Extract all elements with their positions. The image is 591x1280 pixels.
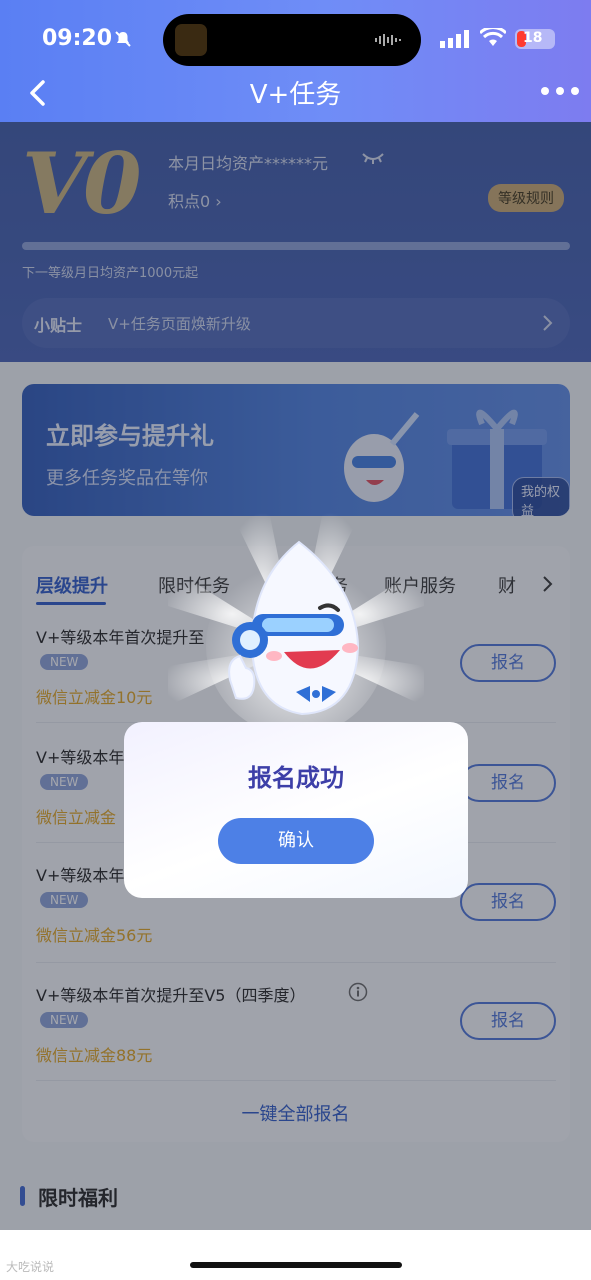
page-title: V+任务	[249, 80, 342, 110]
audio-wave-icon	[375, 34, 401, 46]
dynamic-island	[163, 14, 421, 66]
home-indicator[interactable]	[190, 1262, 402, 1268]
bottom-safe-area	[0, 1230, 591, 1280]
success-dialog: 报名成功 确认	[124, 722, 468, 898]
thumbs-up-mascot	[228, 540, 360, 716]
status-time: 09:20	[42, 26, 113, 51]
confirm-button[interactable]: 确认	[218, 818, 374, 864]
watermark: 大吃说说	[6, 1260, 55, 1274]
battery-indicator: 18	[515, 29, 555, 49]
mute-bell-icon	[115, 31, 131, 47]
wifi-icon	[480, 28, 506, 46]
more-options-button[interactable]	[540, 86, 580, 96]
app-thumbnail-icon	[175, 24, 207, 56]
signal-icon	[440, 30, 469, 48]
dialog-title: 报名成功	[248, 764, 344, 792]
battery-level: 18	[523, 30, 543, 46]
top-bar: 09:20 18 V+任务	[0, 0, 591, 122]
